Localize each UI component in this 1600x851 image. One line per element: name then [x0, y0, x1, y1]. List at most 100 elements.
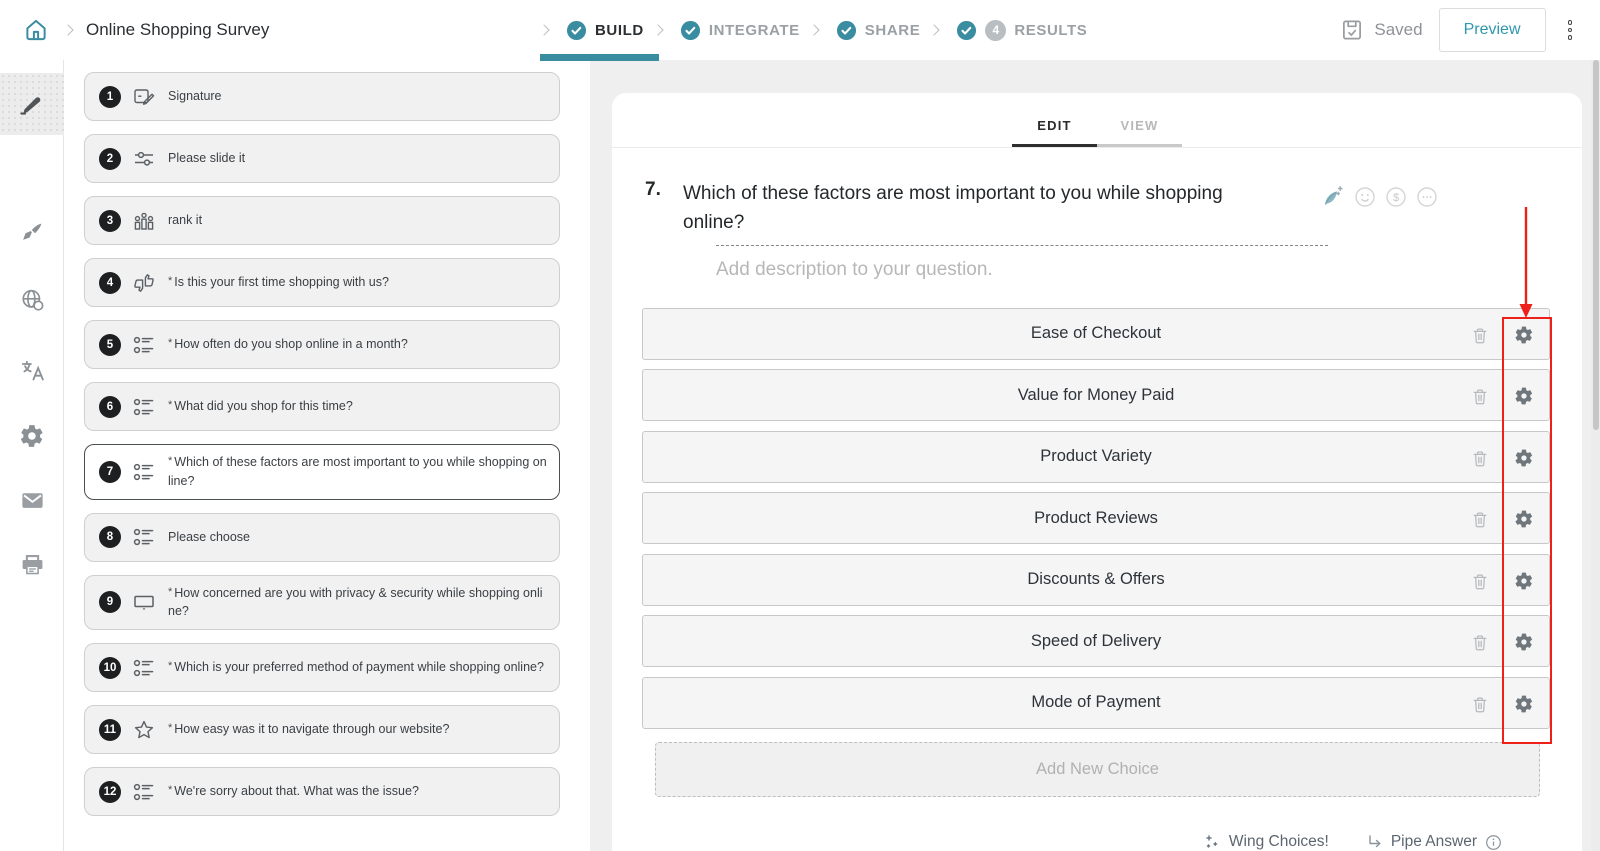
question-label: *We're sorry about that. What was the is… — [168, 782, 419, 801]
question-list-item[interactable]: 11 — [84, 705, 560, 754]
sidebar-item-translate[interactable] — [0, 342, 64, 398]
pipe-answer-link[interactable]: Pipe Answer — [1367, 833, 1502, 851]
wizard-step[interactable]: INTEGRATE — [654, 20, 800, 41]
choice-label[interactable]: Product Reviews — [1034, 509, 1158, 528]
required-marker: * — [168, 455, 172, 467]
sidebar-item-language[interactable] — [0, 272, 64, 328]
question-list-item[interactable]: 8 — [84, 513, 560, 562]
question-label: *Please slide it — [168, 149, 245, 168]
choice-settings-gear-icon[interactable] — [1514, 386, 1534, 411]
question-list-item[interactable]: 7 — [84, 444, 560, 500]
thumbs-icon — [132, 271, 156, 295]
check-circle-icon — [680, 20, 701, 41]
step-chevron-icon — [652, 24, 663, 35]
editor-tabs: EDIT VIEW — [612, 93, 1582, 148]
choice-settings-gear-icon[interactable] — [1514, 448, 1534, 473]
question-list-item[interactable]: 3 — [84, 196, 560, 245]
choice-row[interactable]: Ease of Checkout — [642, 308, 1550, 360]
question-list-item[interactable]: 4 — [84, 258, 560, 307]
sidebar-item-compose[interactable] — [0, 73, 64, 135]
choice-list: Ease of Checkout — [642, 308, 1550, 729]
info-icon — [1485, 834, 1502, 851]
vertical-scrollbar[interactable] — [1591, 60, 1600, 851]
question-list-item[interactable]: 1 — [84, 72, 560, 121]
multichoice-icon — [132, 460, 156, 484]
choice-settings-gear-icon[interactable] — [1514, 694, 1534, 719]
question-label: *Which is your preferred method of payme… — [168, 658, 544, 677]
sidebar-item-design[interactable] — [0, 205, 64, 261]
survey-title[interactable]: Online Shopping Survey — [86, 20, 269, 40]
screen-icon — [132, 590, 156, 614]
wing-choices-link[interactable]: Wing Choices! — [1203, 833, 1329, 851]
check-circle-icon — [956, 20, 977, 41]
choice-label[interactable]: Mode of Payment — [1031, 693, 1160, 712]
printer-icon — [19, 551, 46, 578]
question-number-badge: 1 — [99, 86, 121, 108]
preview-button[interactable]: Preview — [1439, 8, 1546, 52]
required-marker: * — [168, 722, 172, 734]
question-list-item[interactable]: 12 — [84, 767, 560, 816]
question-list-item[interactable]: 5 — [84, 320, 560, 369]
choice-row[interactable]: Mode of Payment — [642, 677, 1550, 729]
wizard-step[interactable]: SHARE — [810, 20, 921, 41]
emoji-icon[interactable] — [1353, 185, 1377, 209]
step-chevron-icon — [929, 24, 940, 35]
sidebar-item-email[interactable] — [0, 472, 64, 528]
choice-row[interactable]: Product Reviews — [642, 492, 1550, 544]
choice-label[interactable]: Speed of Delivery — [1031, 632, 1161, 651]
step-label: RESULTS — [1014, 22, 1087, 39]
scrollbar-thumb[interactable] — [1593, 60, 1599, 430]
question-list-item[interactable]: 2 — [84, 134, 560, 183]
home-icon[interactable] — [22, 16, 50, 44]
editor-tab[interactable]: EDIT — [1012, 118, 1097, 147]
choice-row[interactable]: Discounts & Offers — [642, 554, 1550, 606]
delete-choice-icon[interactable] — [1470, 694, 1490, 720]
more-options-icon[interactable] — [1562, 16, 1579, 44]
delete-choice-icon[interactable] — [1470, 325, 1490, 351]
wizard-step[interactable]: BUILD — [540, 20, 644, 41]
envelope-icon — [19, 487, 46, 514]
ai-quill-icon[interactable] — [1320, 184, 1346, 210]
choice-label[interactable]: Value for Money Paid — [1018, 386, 1175, 405]
question-list-item[interactable]: 10 — [84, 643, 560, 692]
required-marker: * — [168, 784, 172, 796]
delete-choice-icon[interactable] — [1470, 448, 1490, 474]
question-list-item[interactable]: 6 — [84, 382, 560, 431]
question-label: *How easy was it to navigate through our… — [168, 720, 449, 739]
wing-choices-label: Wing Choices! — [1229, 833, 1329, 851]
wizard-step[interactable]: 4 RESULTS — [930, 20, 1087, 41]
active-step-underline — [540, 54, 659, 61]
sidebar-item-print[interactable] — [0, 536, 64, 592]
choice-label[interactable]: Ease of Checkout — [1031, 324, 1161, 343]
multichoice-icon — [132, 780, 156, 804]
choice-settings-gear-icon[interactable] — [1514, 325, 1534, 350]
delete-choice-icon[interactable] — [1470, 571, 1490, 597]
more-actions-icon[interactable] — [1415, 185, 1439, 209]
tool-sidebar — [0, 60, 64, 851]
save-icon — [1339, 17, 1365, 43]
required-marker: * — [168, 586, 172, 598]
choice-label[interactable]: Discounts & Offers — [1027, 570, 1164, 589]
question-list-item[interactable]: 9 — [84, 575, 560, 631]
choice-row[interactable]: Speed of Delivery — [642, 615, 1550, 667]
question-label: *Signature — [168, 87, 222, 106]
marker-pen-icon — [19, 91, 45, 117]
add-new-choice-button[interactable]: Add New Choice — [655, 742, 1540, 797]
delete-choice-icon[interactable] — [1470, 386, 1490, 412]
signature-icon — [132, 85, 156, 109]
choice-settings-gear-icon[interactable] — [1514, 509, 1534, 534]
delete-choice-icon[interactable] — [1470, 509, 1490, 535]
choice-settings-gear-icon[interactable] — [1514, 632, 1534, 657]
delete-choice-icon[interactable] — [1470, 632, 1490, 658]
editor-tab[interactable]: VIEW — [1097, 118, 1182, 147]
choice-settings-gear-icon[interactable] — [1514, 571, 1534, 596]
choice-row[interactable]: Product Variety — [642, 431, 1550, 483]
sidebar-item-settings[interactable] — [0, 408, 64, 464]
choice-row[interactable]: Value for Money Paid — [642, 369, 1550, 421]
choice-label[interactable]: Product Variety — [1040, 447, 1152, 466]
question-text[interactable]: Which of these factors are most importan… — [683, 179, 1275, 238]
currency-icon[interactable]: $ — [1384, 185, 1408, 209]
question-label: *Please choose — [168, 528, 250, 547]
description-placeholder[interactable]: Add description to your question. — [716, 259, 1582, 281]
question-number-badge: 10 — [99, 657, 121, 679]
